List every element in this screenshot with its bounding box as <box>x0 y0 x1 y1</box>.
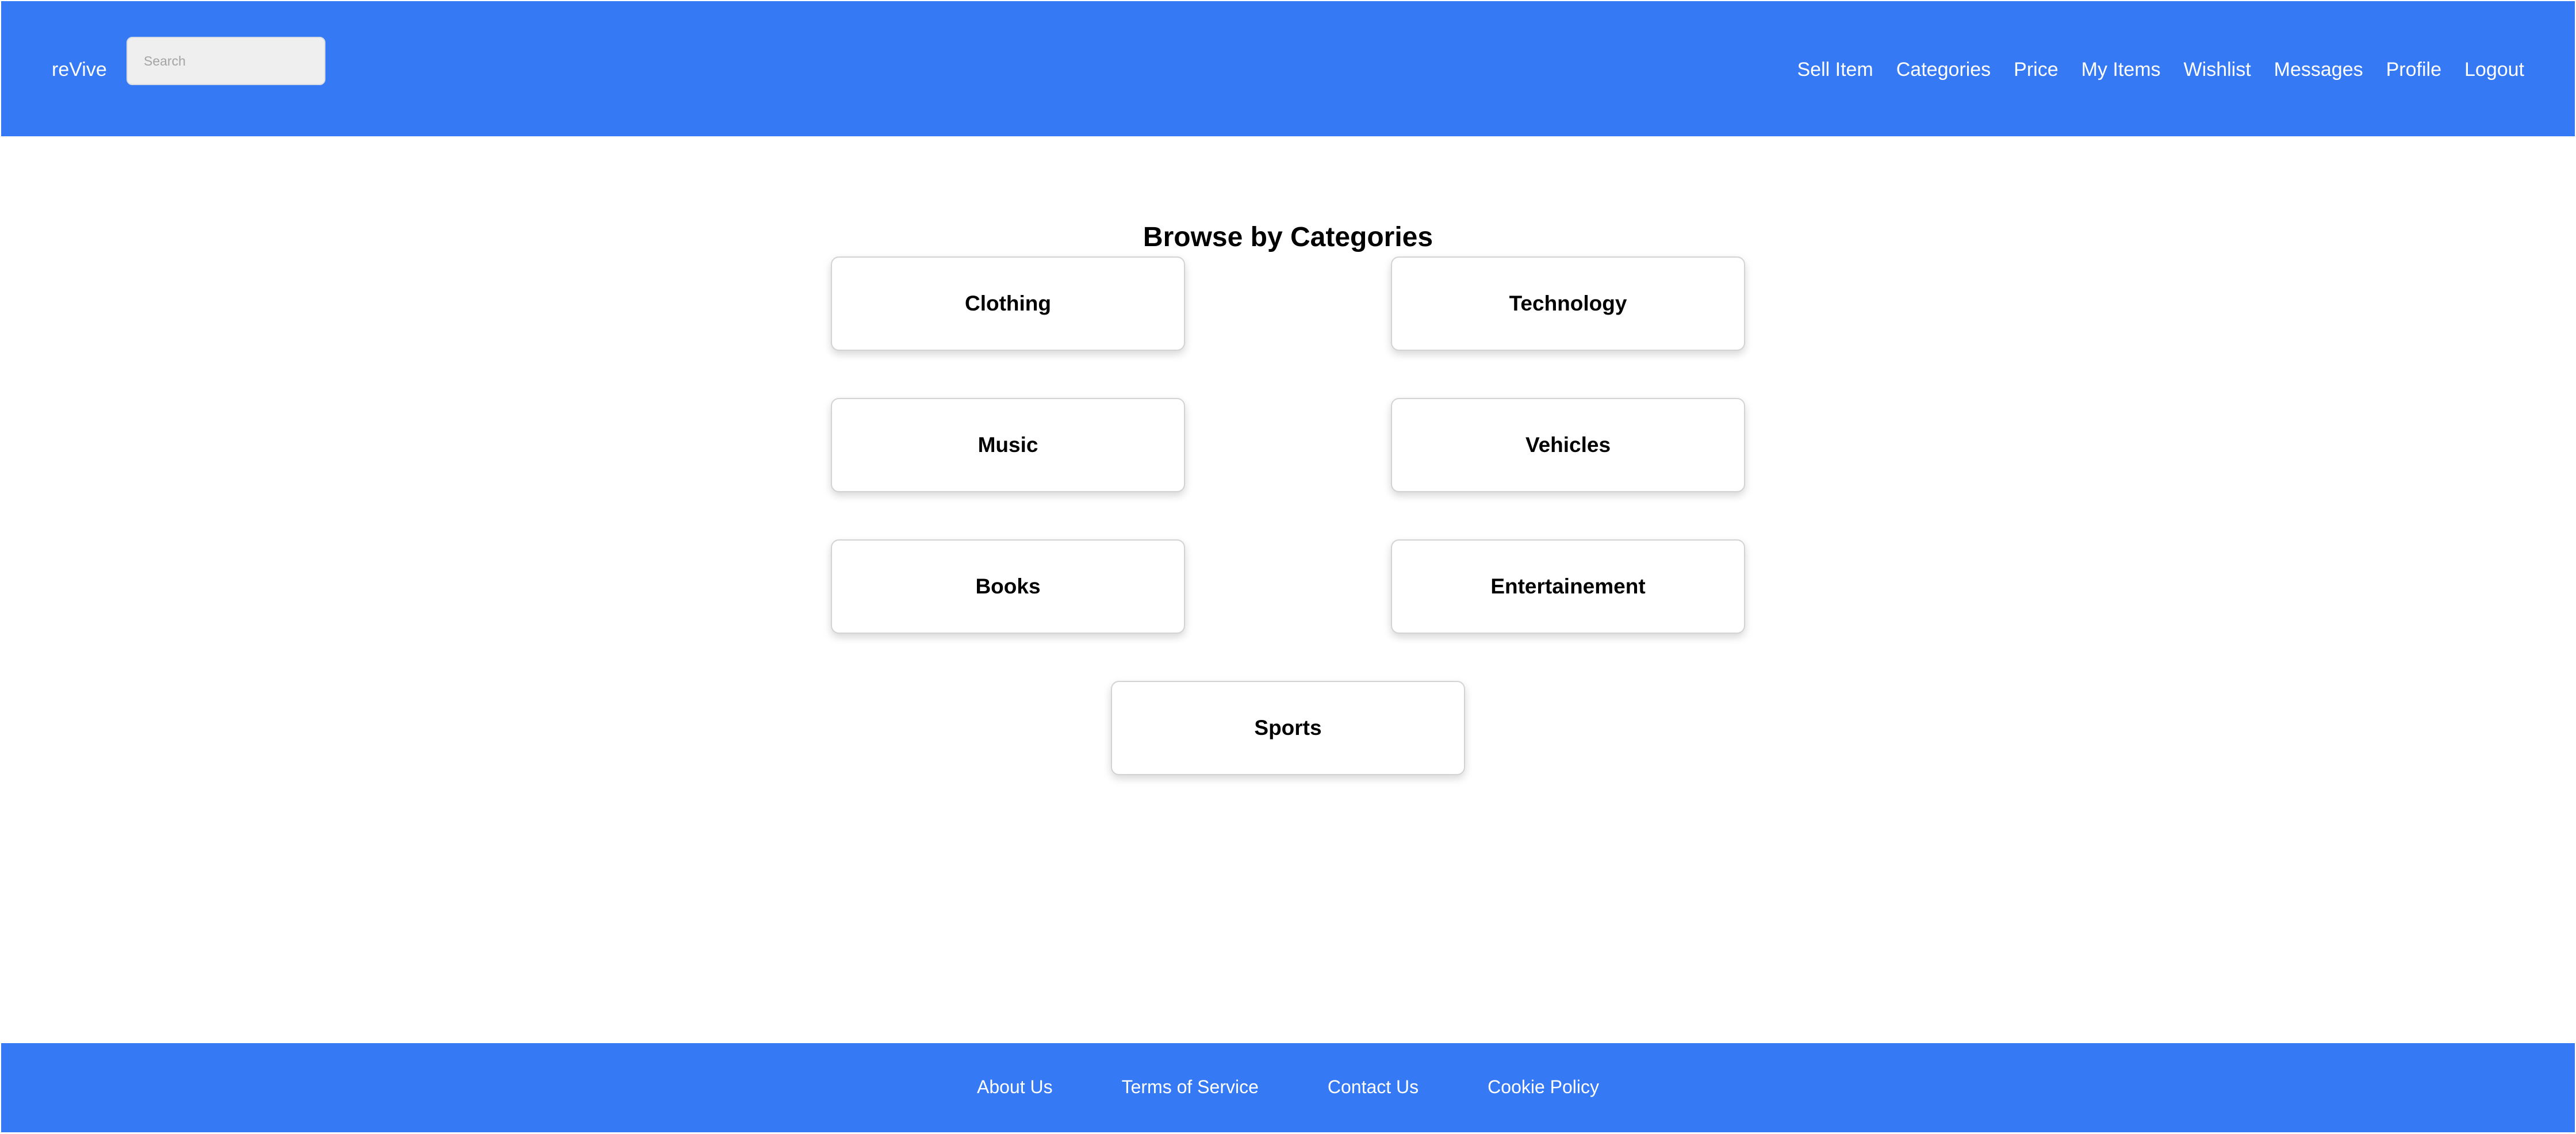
category-card-music[interactable]: Music <box>831 398 1185 492</box>
category-label: Music <box>977 433 1038 457</box>
page-title: Browse by Categories <box>1143 222 1433 253</box>
category-label: Sports <box>1254 716 1322 740</box>
footer-links: About Us Terms of Service Contact Us Coo… <box>1 1073 2575 1101</box>
nav-price[interactable]: Price <box>2014 55 2058 84</box>
category-label: Vehicles <box>1525 433 1611 457</box>
category-card-entertainement[interactable]: Entertainement <box>1391 539 1745 634</box>
category-label: Entertainement <box>1490 574 1646 598</box>
category-label: Books <box>975 574 1041 598</box>
category-label: Clothing <box>964 292 1051 315</box>
search-input[interactable] <box>126 37 325 85</box>
main-navigation: Sell Item Categories Price My Items Wish… <box>1797 55 2524 84</box>
category-card-books[interactable]: Books <box>831 539 1185 634</box>
footer-terms-of-service[interactable]: Terms of Service <box>1122 1073 1259 1101</box>
category-card-technology[interactable]: Technology <box>1391 256 1745 351</box>
category-card-clothing[interactable]: Clothing <box>831 256 1185 351</box>
footer-contact-us[interactable]: Contact Us <box>1328 1073 1419 1101</box>
nav-logout[interactable]: Logout <box>2464 55 2524 84</box>
brand-logo[interactable]: reVive <box>52 55 107 84</box>
nav-messages[interactable]: Messages <box>2274 55 2363 84</box>
footer-about-us[interactable]: About Us <box>977 1073 1053 1101</box>
top-header: reVive Sell Item Categories Price My Ite… <box>1 1 2575 136</box>
nav-categories[interactable]: Categories <box>1896 55 1991 84</box>
page-footer: About Us Terms of Service Contact Us Coo… <box>1 1043 2575 1132</box>
category-label: Technology <box>1509 292 1627 315</box>
nav-profile[interactable]: Profile <box>2386 55 2441 84</box>
nav-wishlist[interactable]: Wishlist <box>2184 55 2251 84</box>
nav-sell-item[interactable]: Sell Item <box>1797 55 1873 84</box>
category-card-vehicles[interactable]: Vehicles <box>1391 398 1745 492</box>
footer-cookie-policy[interactable]: Cookie Policy <box>1488 1073 1599 1101</box>
nav-my-items[interactable]: My Items <box>2082 55 2161 84</box>
category-card-sports[interactable]: Sports <box>1111 681 1465 775</box>
